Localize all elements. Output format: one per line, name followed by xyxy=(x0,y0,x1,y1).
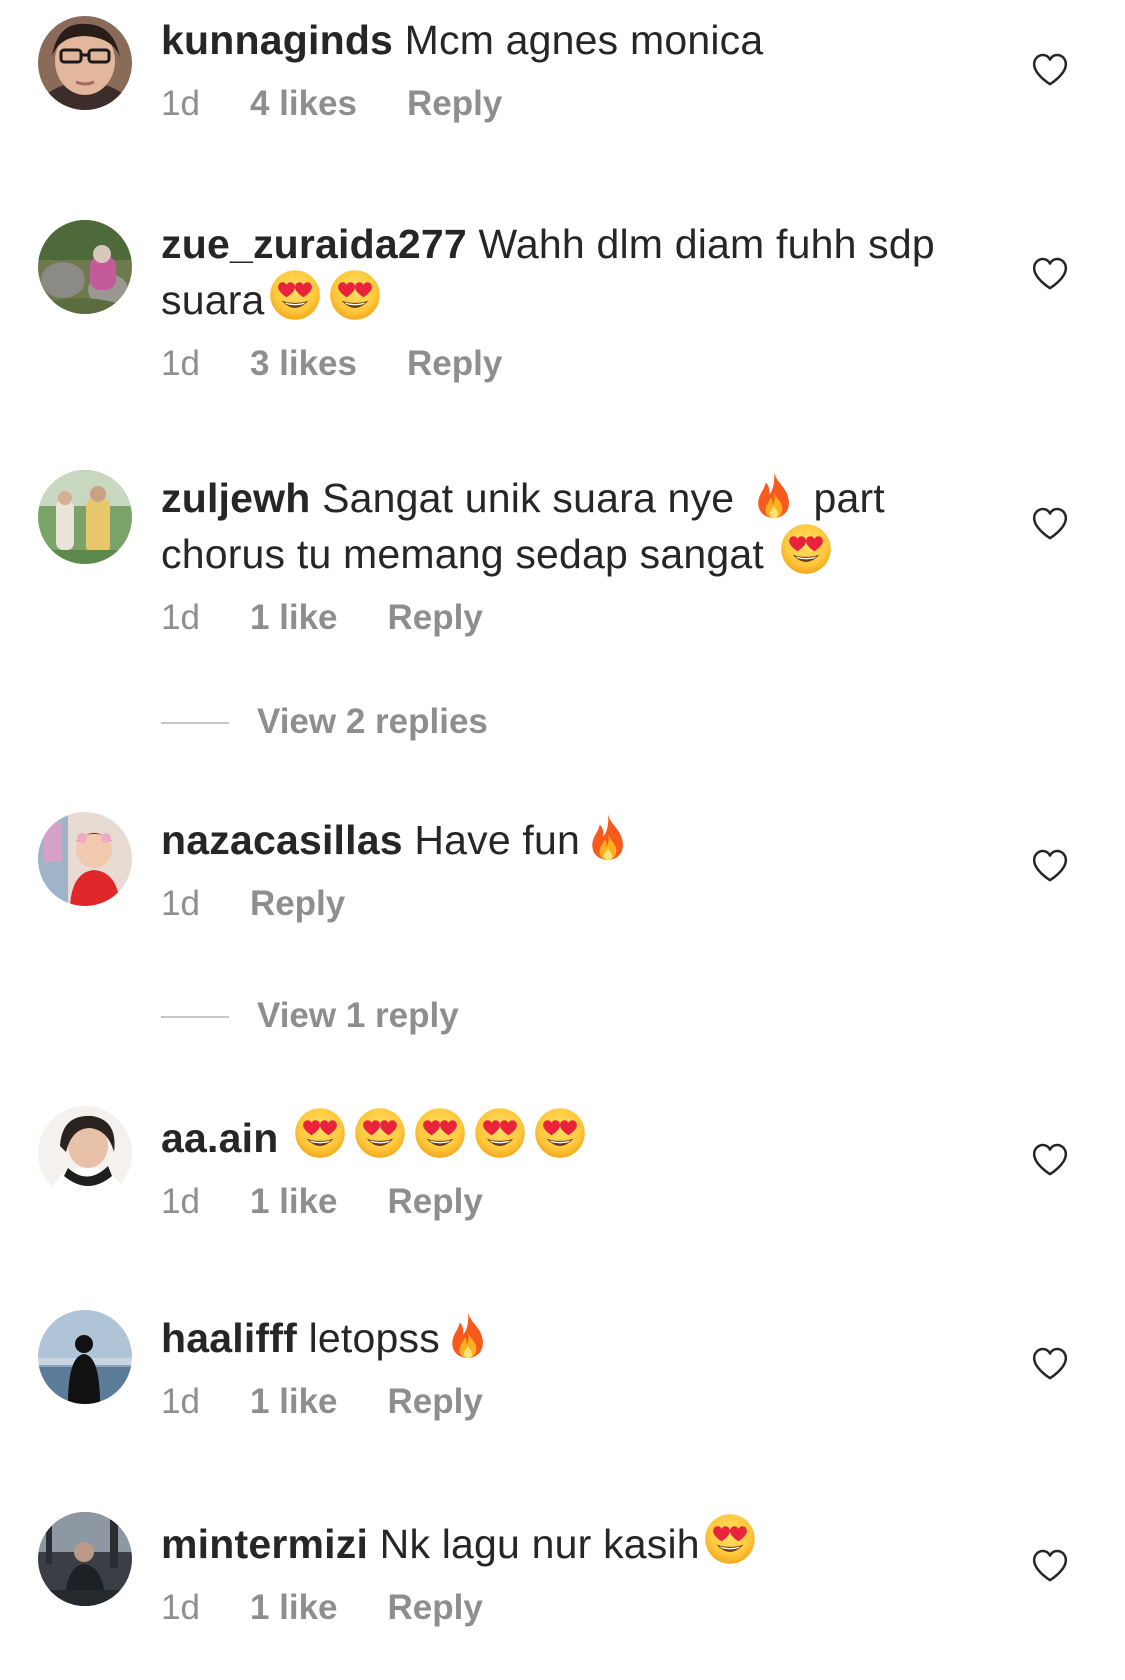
comment-time: 1d xyxy=(161,1382,200,1421)
reply-button[interactable]: Reply xyxy=(388,1588,483,1628)
view-replies-label: View 1 reply xyxy=(257,996,459,1035)
comment-username[interactable]: haalifff xyxy=(161,1315,297,1361)
heart-eyes-emoji xyxy=(328,268,382,322)
avatar[interactable] xyxy=(38,1310,132,1404)
likes-count-button[interactable]: 1 like xyxy=(250,1382,338,1422)
avatar[interactable] xyxy=(38,812,132,906)
avatar[interactable] xyxy=(38,1512,132,1606)
heart-outline-icon[interactable] xyxy=(1030,50,1070,90)
likes-count-button[interactable]: 1 like xyxy=(250,1588,338,1628)
heart-eyes-emoji xyxy=(413,1106,467,1160)
view-replies-button[interactable]: View 1 reply xyxy=(161,996,761,1036)
reply-button[interactable]: Reply xyxy=(407,84,502,124)
comment-body: aa.ain 1d 1 like Reply xyxy=(161,1106,951,1222)
reply-button[interactable]: Reply xyxy=(250,884,345,924)
heart-outline-icon[interactable] xyxy=(1030,846,1070,886)
heart-outline-icon[interactable] xyxy=(1030,1140,1070,1180)
heart-eyes-emoji xyxy=(268,268,322,322)
comment-time: 1d xyxy=(161,84,200,123)
comment-message: letopss xyxy=(308,1315,440,1361)
heart-eyes-emoji xyxy=(293,1106,347,1160)
comment-time: 1d xyxy=(161,1588,200,1627)
comment-text: nazacasillas Have fun xyxy=(161,812,951,864)
comment-username[interactable]: zuljewh xyxy=(161,475,310,521)
comment-body: kunnaginds Mcm agnes monica 1d 4 likes Rep… xyxy=(161,16,951,124)
comment-username[interactable]: nazacasillas xyxy=(161,817,403,863)
comment-time: 1d xyxy=(161,344,200,383)
comment-username[interactable]: mintermizi xyxy=(161,1521,368,1567)
heart-outline-icon[interactable] xyxy=(1030,1344,1070,1384)
comment-meta: 1d 1 like Reply xyxy=(161,1588,951,1628)
reply-button[interactable]: Reply xyxy=(388,1382,483,1422)
comment-meta: 1d 3 likes Reply xyxy=(161,344,951,384)
heart-eyes-emoji xyxy=(353,1106,407,1160)
comment-text: zuljewh Sangat unik suara nye part choru… xyxy=(161,470,951,578)
comment-text: zue_zuraida277 Wahh dlm diam fuhh sdp su… xyxy=(161,220,951,324)
comment-meta: 1d 1 like Reply xyxy=(161,598,951,638)
comment-body: mintermizi Nk lagu nur kasih 1d 1 like Rep… xyxy=(161,1512,951,1628)
heart-eyes-emoji xyxy=(779,522,833,576)
fire-emoji xyxy=(583,812,633,862)
comment-text: mintermizi Nk lagu nur kasih xyxy=(161,1512,951,1568)
avatar[interactable] xyxy=(38,220,132,314)
avatar[interactable] xyxy=(38,1106,132,1200)
view-replies-label: View 2 replies xyxy=(257,702,488,741)
comment-time: 1d xyxy=(161,884,200,923)
comment-meta: 1d Reply xyxy=(161,884,951,924)
heart-eyes-emoji xyxy=(533,1106,587,1160)
avatar[interactable] xyxy=(38,470,132,564)
replies-divider xyxy=(161,722,229,724)
comment-text: kunnaginds Mcm agnes monica xyxy=(161,16,951,64)
comment-time: 1d xyxy=(161,598,200,637)
fire-emoji xyxy=(749,470,799,520)
comment-username[interactable]: kunnaginds xyxy=(161,17,393,63)
likes-count-button[interactable]: 1 like xyxy=(250,1182,338,1222)
comment-body: haalifff letopss 1d 1 like Reply xyxy=(161,1310,951,1422)
comment-text: aa.ain xyxy=(161,1106,951,1162)
comment-message: Mcm agnes monica xyxy=(404,17,764,63)
comment-body: zue_zuraida277 Wahh dlm diam fuhh sdp su… xyxy=(161,220,951,384)
reply-button[interactable]: Reply xyxy=(407,344,502,384)
reply-button[interactable]: Reply xyxy=(388,598,483,638)
comment-username[interactable]: aa.ain xyxy=(161,1115,278,1161)
comments-list: kunnaginds Mcm agnes monica 1d 4 likes Rep… xyxy=(0,0,1125,1680)
comment-message-part1: Sangat unik suara nye xyxy=(322,475,735,521)
view-replies-button[interactable]: View 2 replies xyxy=(161,702,761,742)
comment-username[interactable]: zue_zuraida277 xyxy=(161,221,467,267)
comment-body: zuljewh Sangat unik suara nye part choru… xyxy=(161,470,951,638)
reply-button[interactable]: Reply xyxy=(388,1182,483,1222)
heart-outline-icon[interactable] xyxy=(1030,254,1070,294)
likes-count-button[interactable]: 4 likes xyxy=(250,84,357,124)
heart-eyes-emoji xyxy=(703,1512,757,1566)
heart-eyes-emoji xyxy=(473,1106,527,1160)
comment-body: nazacasillas Have fun 1d Reply xyxy=(161,812,951,924)
fire-emoji xyxy=(443,1310,493,1360)
comment-message: Nk lagu nur kasih xyxy=(379,1521,700,1567)
likes-count-button[interactable]: 1 like xyxy=(250,598,338,638)
replies-divider xyxy=(161,1016,229,1018)
comment-time: 1d xyxy=(161,1182,200,1221)
comment-meta: 1d 4 likes Reply xyxy=(161,84,951,124)
avatar[interactable] xyxy=(38,16,132,110)
comment-meta: 1d 1 like Reply xyxy=(161,1382,951,1422)
comment-meta: 1d 1 like Reply xyxy=(161,1182,951,1222)
comment-text: haalifff letopss xyxy=(161,1310,951,1362)
likes-count-button[interactable]: 3 likes xyxy=(250,344,357,384)
heart-outline-icon[interactable] xyxy=(1030,504,1070,544)
comment-message: Have fun xyxy=(414,817,581,863)
heart-outline-icon[interactable] xyxy=(1030,1546,1070,1586)
